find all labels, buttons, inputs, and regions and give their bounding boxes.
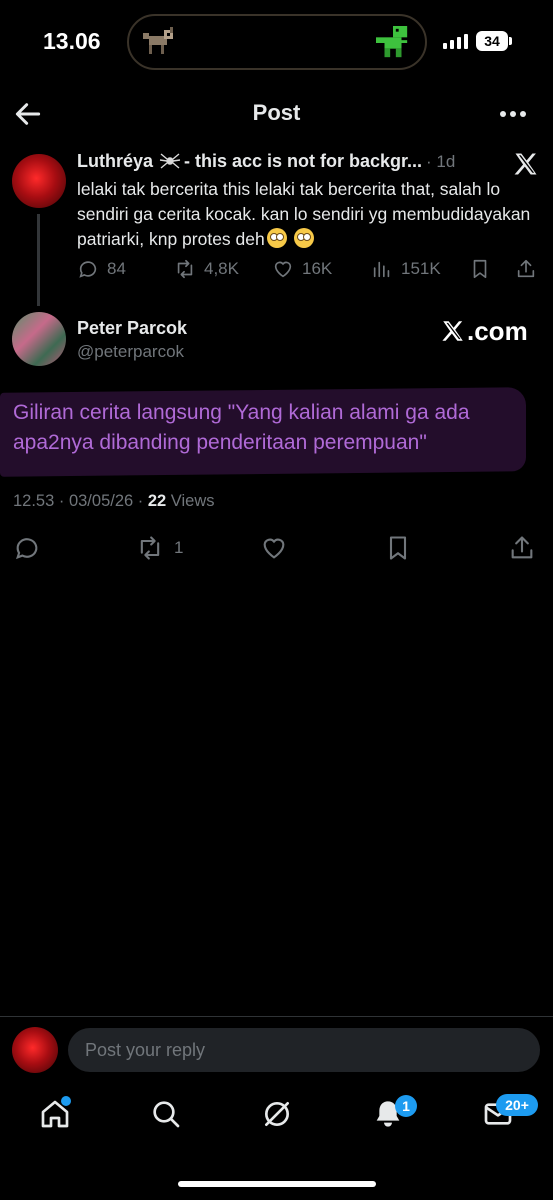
avatar[interactable] (12, 1027, 58, 1073)
battery-indicator: 34 (476, 31, 512, 51)
nav-search[interactable] (150, 1098, 186, 1134)
reply-button[interactable] (13, 534, 41, 562)
notification-badge: 1 (395, 1095, 417, 1117)
eye-roll-emoji-icon (266, 228, 287, 248)
grok-icon (265, 1102, 289, 1126)
home-notification-dot (61, 1096, 71, 1106)
like-button[interactable]: 16K (272, 257, 332, 281)
avatar[interactable] (12, 154, 66, 208)
avatar[interactable] (12, 312, 66, 366)
author-name[interactable]: Peter Parcok (77, 318, 187, 339)
views-label: Views (166, 492, 215, 510)
views-count: 22 (147, 492, 167, 510)
x-logo-icon (442, 321, 463, 341)
back-arrow-icon[interactable] (12, 98, 44, 130)
bookmark-button[interactable] (384, 534, 412, 562)
reply-icon (16, 538, 38, 560)
reply-button[interactable]: 84 (77, 257, 126, 281)
eye-roll-emoji-icon (293, 228, 314, 248)
watermark-text: .com (467, 315, 528, 346)
status-time: 13.06 (43, 28, 101, 54)
home-indicator[interactable] (178, 1181, 376, 1187)
post-meta: 12.53 · 03/05/26 · 22 Views (13, 492, 215, 511)
post-text: Giliran cerita langsung "Yang kalian ala… (13, 401, 470, 454)
more-options-icon[interactable] (496, 100, 530, 128)
repost-button[interactable]: 1 (136, 534, 183, 562)
battery-level: 34 (476, 31, 508, 51)
signal-icon (443, 34, 468, 49)
author-name[interactable]: Luthréya (77, 151, 153, 172)
views-icon (373, 261, 390, 278)
reply-icon (79, 261, 97, 278)
repost-icon (140, 536, 160, 560)
reply-count: 84 (107, 259, 126, 278)
dynamic-island (127, 14, 427, 70)
share-icon (511, 536, 533, 559)
battery-tip (509, 37, 512, 45)
post-text: lelaki tak bercerita this lelaki tak ber… (77, 177, 543, 252)
repost-icon (177, 259, 193, 279)
post-timestamp: 12.53 · 03/05/26 · (13, 492, 148, 510)
search-icon (153, 1101, 180, 1128)
spider-emoji-icon (159, 153, 181, 169)
pixel-animal-icon (143, 27, 173, 54)
reply-input[interactable] (68, 1028, 540, 1072)
repost-button[interactable]: 4,8K (174, 257, 239, 281)
messages-badge: 20+ (496, 1094, 538, 1116)
repost-count: 1 (174, 538, 184, 557)
heart-icon (274, 261, 292, 278)
repost-count: 4,8K (204, 259, 239, 278)
post-time: · 1d (426, 152, 456, 171)
heart-icon (263, 538, 285, 559)
share-icon (517, 259, 535, 278)
bookmark-icon (473, 259, 487, 279)
x-logo-icon (514, 153, 537, 175)
x-com-watermark: .com (440, 314, 528, 348)
bookmark-icon (389, 536, 407, 560)
like-button[interactable] (260, 534, 288, 562)
share-button[interactable] (508, 534, 536, 562)
thread-line (37, 214, 40, 306)
nav-grok[interactable] (261, 1098, 297, 1134)
author-name-suffix[interactable]: - this acc is not for backgr... (184, 151, 422, 172)
bookmark-button[interactable] (469, 257, 491, 281)
author-handle[interactable]: @peterparcok (77, 342, 184, 362)
view-count: 151K (401, 259, 441, 278)
divider (0, 1016, 553, 1017)
share-button[interactable] (515, 257, 537, 281)
like-count: 16K (302, 259, 333, 278)
page-title: Post (252, 100, 301, 125)
pixel-dino-icon (376, 26, 408, 58)
views-button[interactable]: 151K (371, 257, 441, 281)
